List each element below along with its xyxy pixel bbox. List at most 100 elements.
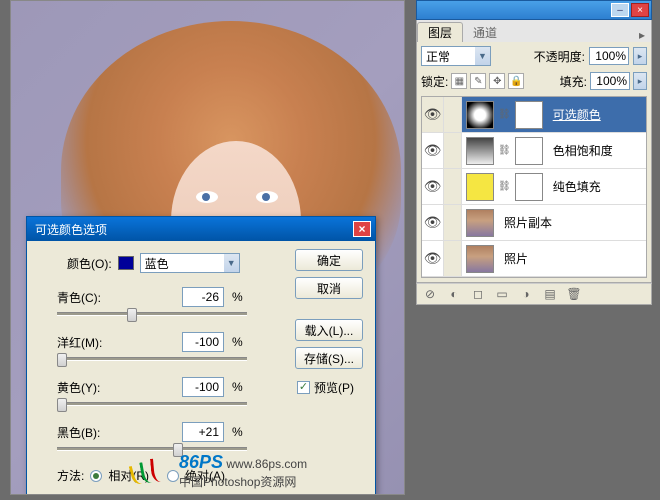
opacity-flyout-icon[interactable]: ▸ bbox=[633, 47, 647, 65]
percent-label: % bbox=[232, 425, 243, 439]
percent-label: % bbox=[232, 335, 243, 349]
document-canvas: 可选颜色选项 × 确定 取消 载入(L)... 存储(S)... ✓ 预览(P)… bbox=[10, 0, 405, 495]
layer-mask-icon[interactable]: ◻ bbox=[469, 286, 487, 302]
layer-thumb bbox=[466, 209, 494, 237]
slider-label-2: 黄色(Y): bbox=[57, 379, 112, 396]
link-column[interactable] bbox=[444, 97, 462, 132]
visibility-icon[interactable]: 👁 bbox=[422, 97, 444, 132]
link-column[interactable] bbox=[444, 205, 462, 240]
watermark: 86PS www.86ps.com 中国Photoshop资源网 bbox=[131, 452, 307, 490]
fill-label: 填充: bbox=[560, 73, 587, 90]
new-group-icon[interactable]: ▭ bbox=[493, 286, 511, 302]
lock-all-icon[interactable]: 🔒 bbox=[508, 73, 524, 89]
visibility-icon[interactable]: 👁 bbox=[422, 205, 444, 240]
layer-name[interactable]: 色相饱和度 bbox=[547, 142, 646, 159]
adjustment-thumb bbox=[466, 137, 494, 165]
adjustment-layer-icon[interactable]: ◑ bbox=[517, 286, 535, 302]
visibility-icon[interactable]: 👁 bbox=[422, 133, 444, 168]
logo-num: 86 bbox=[179, 452, 199, 472]
opacity-field[interactable]: 100% bbox=[589, 47, 629, 65]
adjustment-thumb bbox=[466, 101, 494, 129]
logo-url: www.86ps.com bbox=[226, 457, 307, 471]
layers-footer: ⊘ ◐ ◻ ▭ ◑ ▤ 🗑 bbox=[416, 283, 652, 305]
blend-mode-dropdown[interactable]: 正常 ▼ bbox=[421, 46, 491, 66]
slider-track-3[interactable] bbox=[57, 447, 247, 451]
dialog-title-text: 可选颜色选项 bbox=[35, 221, 107, 238]
layer-item-1[interactable]: 👁 ⛓ 色相饱和度 bbox=[422, 133, 646, 169]
layer-name[interactable]: 照片 bbox=[498, 250, 646, 267]
panel-window-bar[interactable]: – × bbox=[416, 0, 652, 20]
visibility-icon[interactable]: 👁 bbox=[422, 241, 444, 276]
lock-pixels-icon[interactable]: ✎ bbox=[470, 73, 486, 89]
visibility-icon[interactable]: 👁 bbox=[422, 169, 444, 204]
color-swatch bbox=[118, 256, 134, 270]
delete-layer-icon[interactable]: 🗑 bbox=[565, 286, 583, 302]
slider-thumb-2[interactable] bbox=[57, 398, 67, 412]
layer-name[interactable]: 照片副本 bbox=[498, 214, 646, 231]
tab-channels[interactable]: 通道 bbox=[463, 22, 507, 42]
layer-item-2[interactable]: 👁 ⛓ 纯色填充 bbox=[422, 169, 646, 205]
panel-menu-icon[interactable]: ▸ bbox=[633, 28, 651, 42]
layer-item-4[interactable]: 👁 照片 bbox=[422, 241, 646, 277]
chain-icon: ⛓ bbox=[496, 145, 513, 156]
percent-label: % bbox=[232, 290, 243, 304]
slider-value-1[interactable]: -100 bbox=[182, 332, 224, 352]
chevron-down-icon: ▼ bbox=[475, 47, 490, 65]
link-layers-icon[interactable]: ⊘ bbox=[421, 286, 439, 302]
new-layer-icon[interactable]: ▤ bbox=[541, 286, 559, 302]
layer-item-0[interactable]: 👁 ⛓ 可选颜色 bbox=[422, 97, 646, 133]
fill-thumb bbox=[466, 173, 494, 201]
chevron-down-icon: ▼ bbox=[224, 254, 239, 272]
slider-thumb-0[interactable] bbox=[127, 308, 137, 322]
preview-checkbox[interactable]: ✓ bbox=[297, 381, 310, 394]
opacity-label: 不透明度: bbox=[534, 48, 585, 65]
tab-layers[interactable]: 图层 bbox=[417, 22, 463, 42]
color-dropdown[interactable]: 蓝色 ▼ bbox=[140, 253, 240, 273]
slider-value-0[interactable]: -26 bbox=[182, 287, 224, 307]
cancel-button[interactable]: 取消 bbox=[295, 277, 363, 299]
logo-tagline: 中国Photoshop资源网 bbox=[179, 473, 307, 490]
layer-name[interactable]: 纯色填充 bbox=[547, 178, 646, 195]
mask-thumb bbox=[515, 101, 543, 129]
color-value: 蓝色 bbox=[145, 255, 169, 272]
fill-field[interactable]: 100% bbox=[590, 72, 630, 90]
blend-mode-value: 正常 bbox=[426, 48, 450, 65]
load-button[interactable]: 载入(L)... bbox=[295, 319, 363, 341]
layers-panel: – × 图层 通道 ▸ 正常 ▼ 不透明度: 100% ▸ 锁定: ▦ ✎ ✥ … bbox=[416, 0, 652, 305]
mask-thumb bbox=[515, 137, 543, 165]
slider-value-3[interactable]: +21 bbox=[182, 422, 224, 442]
layer-name[interactable]: 可选颜色 bbox=[547, 106, 646, 123]
lock-transparency-icon[interactable]: ▦ bbox=[451, 73, 467, 89]
slider-value-2[interactable]: -100 bbox=[182, 377, 224, 397]
minimize-icon[interactable]: – bbox=[611, 3, 629, 17]
link-column[interactable] bbox=[444, 169, 462, 204]
radio-relative[interactable] bbox=[90, 470, 102, 482]
slider-track-0[interactable] bbox=[57, 312, 247, 316]
fill-flyout-icon[interactable]: ▸ bbox=[633, 72, 647, 90]
logo-ps: PS bbox=[199, 452, 223, 472]
lock-position-icon[interactable]: ✥ bbox=[489, 73, 505, 89]
percent-label: % bbox=[232, 380, 243, 394]
method-label: 方法: bbox=[57, 467, 84, 484]
chain-icon: ⛓ bbox=[496, 109, 513, 120]
layer-thumb bbox=[466, 245, 494, 273]
dialog-titlebar[interactable]: 可选颜色选项 × bbox=[27, 217, 375, 241]
layer-list: 👁 ⛓ 可选颜色👁 ⛓ 色相饱和度👁 ⛓ 纯色填充👁 照片副本👁 照片 bbox=[421, 96, 647, 278]
color-label: 颜色(O): bbox=[67, 255, 112, 272]
slider-track-1[interactable] bbox=[57, 357, 247, 361]
layer-item-3[interactable]: 👁 照片副本 bbox=[422, 205, 646, 241]
slider-label-0: 青色(C): bbox=[57, 289, 112, 306]
chain-icon: ⛓ bbox=[496, 181, 513, 192]
close-icon[interactable]: × bbox=[353, 221, 371, 237]
link-column[interactable] bbox=[444, 241, 462, 276]
slider-track-2[interactable] bbox=[57, 402, 247, 406]
save-button[interactable]: 存储(S)... bbox=[295, 347, 363, 369]
preview-label: 预览(P) bbox=[314, 379, 354, 396]
lock-label: 锁定: bbox=[421, 73, 448, 90]
layer-style-icon[interactable]: ◐ bbox=[445, 286, 463, 302]
slider-thumb-1[interactable] bbox=[57, 353, 67, 367]
mask-thumb bbox=[515, 173, 543, 201]
link-column[interactable] bbox=[444, 133, 462, 168]
ok-button[interactable]: 确定 bbox=[295, 249, 363, 271]
close-panel-icon[interactable]: × bbox=[631, 3, 649, 17]
